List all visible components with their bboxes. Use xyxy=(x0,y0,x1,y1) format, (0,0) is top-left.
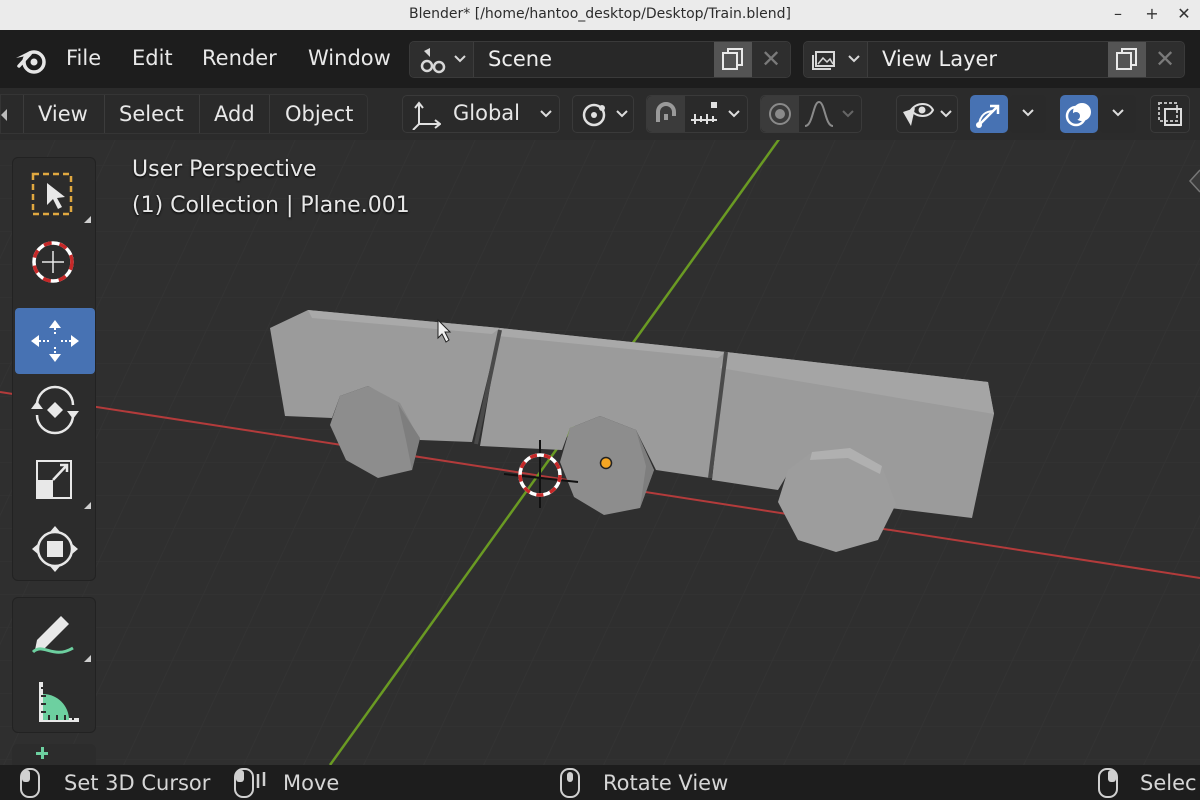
chevron-down-icon xyxy=(728,110,740,118)
menu-window[interactable]: Window xyxy=(308,46,391,70)
chevron-down-icon xyxy=(1022,109,1034,117)
proportional-edit-toggle[interactable] xyxy=(761,96,799,132)
render-layers-icon xyxy=(812,51,860,70)
xray-toggle-button[interactable] xyxy=(1150,95,1190,133)
new-view-layer-button[interactable] xyxy=(1108,42,1146,77)
viewport-scene[interactable] xyxy=(0,140,1200,765)
more-tools-group[interactable] xyxy=(12,744,96,765)
perspective-label: User Perspective xyxy=(132,157,317,182)
menu-view[interactable]: View xyxy=(38,102,88,126)
menu-object[interactable]: Object xyxy=(285,102,353,126)
viewport-header: View Select Add Object Global xyxy=(0,88,1200,140)
mouse-middle-click-icon xyxy=(560,768,580,798)
proportional-editing-group xyxy=(760,95,862,133)
window-titlebar: Blender* [/home/hantoo_desktop/Desktop/T… xyxy=(0,0,1200,30)
chevron-down-icon xyxy=(940,110,952,118)
object-origin-icon[interactable] xyxy=(599,456,613,470)
3d-viewport[interactable]: User Perspective (1) Collection | Plane.… xyxy=(0,140,1200,765)
scene-selector: Scene ✕ xyxy=(409,41,791,78)
magnet-icon xyxy=(656,102,676,122)
delete-scene-button[interactable]: ✕ xyxy=(752,42,790,77)
annotate-tool-group xyxy=(12,597,96,733)
delete-view-layer-button[interactable]: ✕ xyxy=(1146,42,1184,77)
status-select: Selec xyxy=(1140,771,1197,795)
menu-add[interactable]: Add xyxy=(214,102,255,126)
editor-type-arrow-icon[interactable] xyxy=(1,109,7,121)
view-layer-name-field[interactable]: View Layer xyxy=(868,42,1108,77)
overlays-icon xyxy=(1065,103,1091,127)
tool-shelf xyxy=(12,157,96,581)
snap-increment-icon xyxy=(691,102,717,124)
mouse-drag-icon xyxy=(234,768,266,798)
duplicate-icon xyxy=(1116,48,1137,70)
tool-annotate[interactable] xyxy=(15,600,95,666)
gizmo-toggle-button[interactable] xyxy=(970,95,1008,133)
snapping-group xyxy=(646,95,748,133)
new-scene-button[interactable] xyxy=(714,42,752,77)
move-icon xyxy=(31,320,79,362)
status-move: Move xyxy=(283,771,340,795)
orientation-value: Global xyxy=(453,101,520,125)
overlays-dropdown[interactable] xyxy=(1100,95,1136,133)
mouse-left-click-icon xyxy=(20,768,40,798)
proportional-circle-icon xyxy=(769,103,791,125)
collection-label: (1) Collection | Plane.001 xyxy=(132,193,410,218)
chevron-down-icon xyxy=(842,110,854,118)
object-visibility-dropdown[interactable] xyxy=(896,95,958,133)
top-menubar: File Edit Render Window Scene ✕ View Lay… xyxy=(0,30,1200,88)
gizmo-group xyxy=(970,95,1046,133)
overlays-toggle-button[interactable] xyxy=(1060,95,1098,133)
snap-target-dropdown[interactable] xyxy=(685,96,747,132)
maximize-button[interactable]: + xyxy=(1142,4,1162,24)
tool-select-box[interactable] xyxy=(15,161,95,227)
viewport-header-menus: View Select Add Object xyxy=(0,94,368,134)
gizmo-dropdown[interactable] xyxy=(1010,95,1046,133)
measure-ruler-icon xyxy=(39,682,79,722)
chevron-down-icon xyxy=(540,110,552,118)
scene-browse-button[interactable] xyxy=(410,42,474,77)
window-title: Blender* [/home/hantoo_desktop/Desktop/T… xyxy=(409,6,791,22)
orientation-axes-icon xyxy=(412,101,441,130)
status-rotate-view: Rotate View xyxy=(603,771,729,795)
view-layer-browse-button[interactable] xyxy=(804,42,868,77)
visibility-eye-icon xyxy=(903,103,935,126)
scene-name-field[interactable]: Scene xyxy=(474,42,714,77)
menu-file[interactable]: File xyxy=(66,46,101,70)
rotate-icon xyxy=(31,385,79,435)
mouse-right-click-icon xyxy=(1098,768,1118,798)
cursor-icon xyxy=(32,241,74,283)
scale-icon xyxy=(36,460,72,499)
gizmo-icon xyxy=(976,104,1000,128)
tool-scale[interactable] xyxy=(15,447,95,513)
xray-icon xyxy=(1158,102,1182,126)
chevron-down-icon xyxy=(1112,109,1124,117)
tool-move[interactable] xyxy=(15,308,95,374)
transform-icon xyxy=(32,526,78,572)
snap-toggle-button[interactable] xyxy=(647,96,685,132)
view-layer-selector: View Layer ✕ xyxy=(803,41,1185,78)
scene-icon xyxy=(420,48,466,74)
annotate-pencil-icon xyxy=(31,616,74,654)
tool-measure[interactable] xyxy=(15,668,95,734)
falloff-dropdown[interactable] xyxy=(799,96,861,132)
menu-select[interactable]: Select xyxy=(119,102,184,126)
tool-cursor[interactable] xyxy=(15,229,95,295)
pivot-point-icon xyxy=(582,103,606,127)
overlays-group xyxy=(1060,95,1136,133)
select-box-icon xyxy=(31,172,73,216)
blender-logo-icon[interactable] xyxy=(14,44,50,76)
minimize-button[interactable]: – xyxy=(1108,4,1128,24)
status-set-cursor: Set 3D Cursor xyxy=(64,771,211,795)
falloff-curve-icon xyxy=(804,100,834,127)
transform-orientation-dropdown[interactable]: Global xyxy=(402,95,560,133)
menu-edit[interactable]: Edit xyxy=(132,46,173,70)
tool-rotate[interactable] xyxy=(15,377,95,443)
tool-transform[interactable] xyxy=(15,516,95,582)
menu-render[interactable]: Render xyxy=(202,46,277,70)
chevron-down-icon xyxy=(616,110,628,118)
pivot-point-dropdown[interactable] xyxy=(572,95,634,133)
duplicate-icon xyxy=(722,48,743,70)
status-bar: Set 3D Cursor Move Rotate View Selec xyxy=(0,765,1200,800)
close-window-button[interactable]: ✕ xyxy=(1174,4,1194,24)
